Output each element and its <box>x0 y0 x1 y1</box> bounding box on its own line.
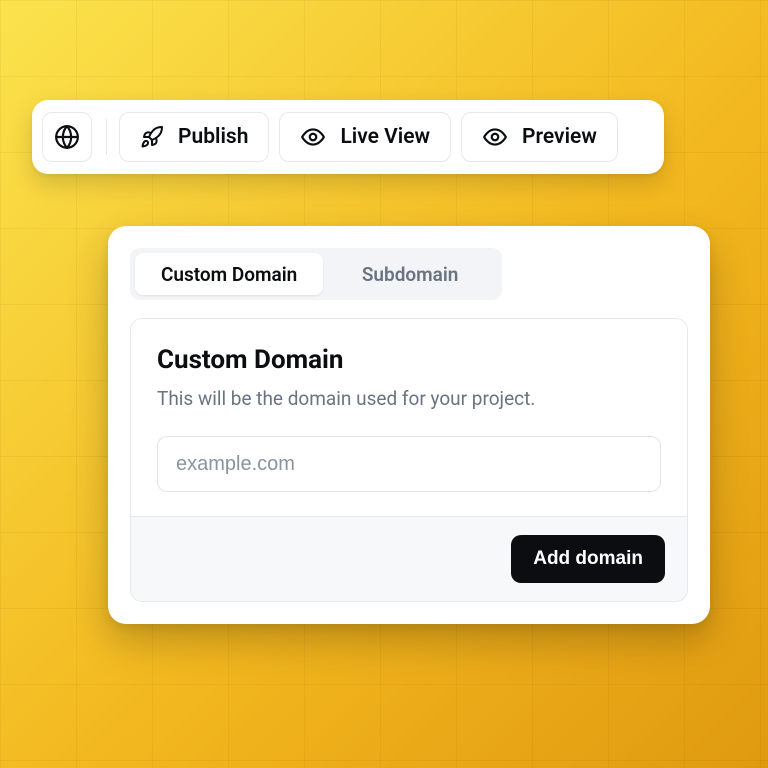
eye-icon <box>300 124 326 150</box>
toolbar: Publish Live View Preview <box>32 100 664 174</box>
domain-tabs: Custom Domain Subdomain <box>130 248 502 300</box>
preview-label: Preview <box>522 125 597 149</box>
tab-custom-domain[interactable]: Custom Domain <box>135 253 323 295</box>
tab-subdomain[interactable]: Subdomain <box>323 253 497 295</box>
publish-button[interactable]: Publish <box>119 112 269 162</box>
panel-body: Custom Domain This will be the domain us… <box>131 319 687 516</box>
domain-input[interactable] <box>157 436 661 492</box>
panel-title: Custom Domain <box>157 345 661 375</box>
custom-domain-panel: Custom Domain This will be the domain us… <box>130 318 688 602</box>
preview-button[interactable]: Preview <box>461 112 618 162</box>
eye-icon <box>482 124 508 150</box>
globe-button[interactable] <box>42 112 92 162</box>
panel-footer: Add domain <box>131 516 687 601</box>
panel-description: This will be the domain used for your pr… <box>157 387 661 410</box>
publish-label: Publish <box>178 125 248 149</box>
divider <box>106 119 107 155</box>
live-view-label: Live View <box>340 125 430 149</box>
domain-popover: Custom Domain Subdomain Custom Domain Th… <box>108 226 710 624</box>
rocket-icon <box>140 125 164 149</box>
live-view-button[interactable]: Live View <box>279 112 451 162</box>
globe-icon <box>54 124 80 150</box>
add-domain-button[interactable]: Add domain <box>511 535 665 583</box>
